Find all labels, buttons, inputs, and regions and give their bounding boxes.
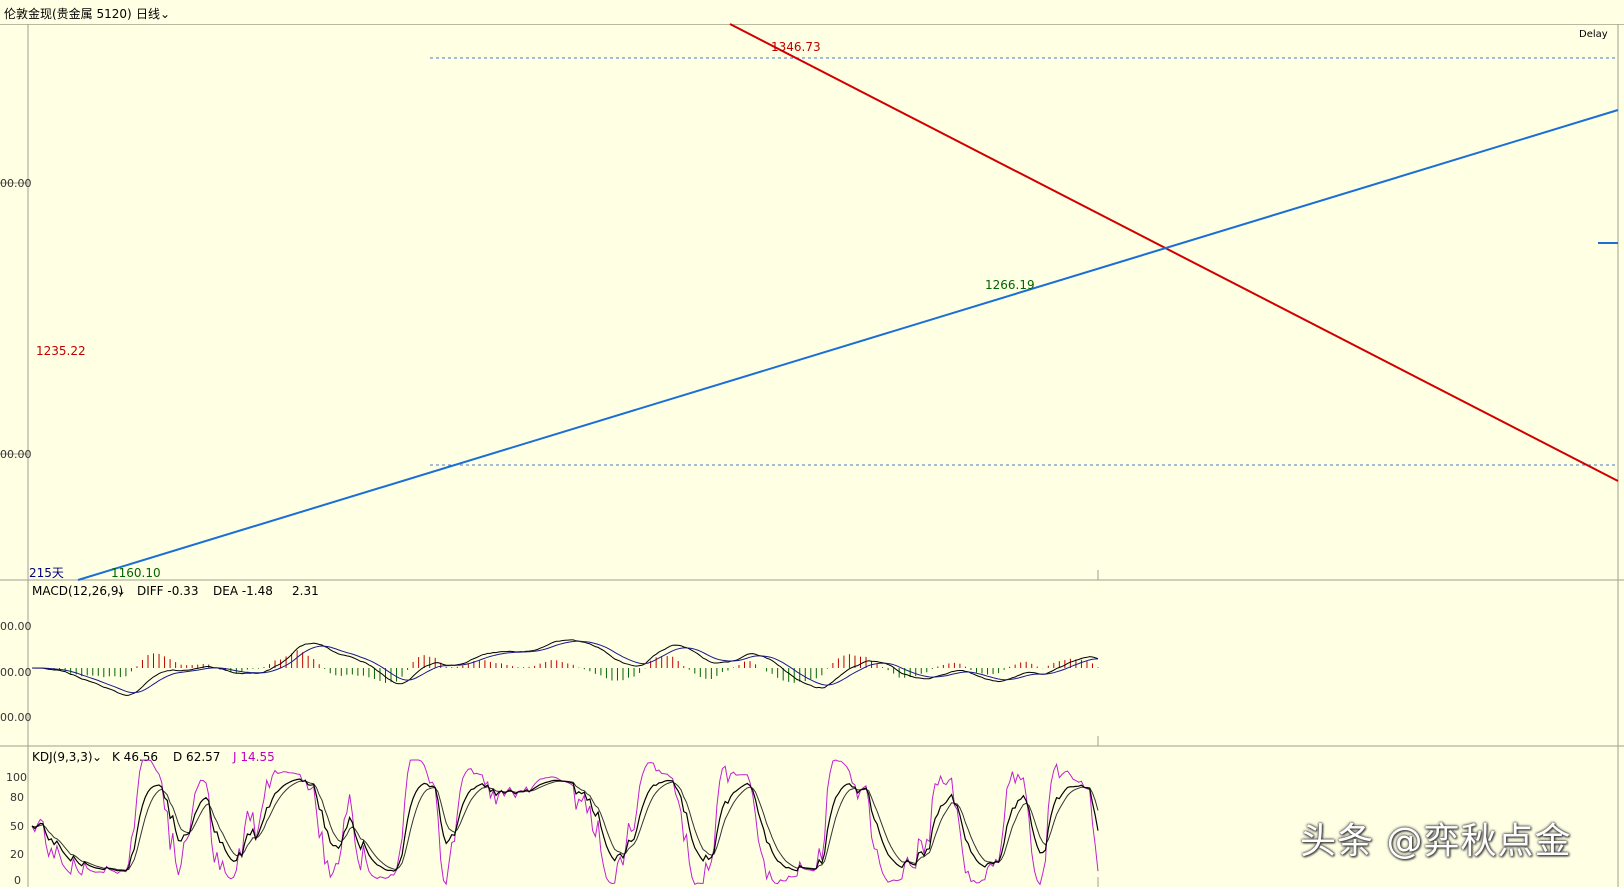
kdj-legend: KDJ(9,3,3) ⌄ K 46.56 D 62.57 J 14.55 bbox=[32, 750, 275, 764]
kdj-y-tick: 50 bbox=[10, 820, 24, 833]
delay-badge: Delay bbox=[1579, 29, 1608, 40]
macd-label[interactable]: MACD(12,26,9) bbox=[32, 584, 123, 598]
macd-dea: DEA -1.48 bbox=[213, 584, 273, 598]
kdj-y-tick: 20 bbox=[10, 848, 24, 861]
macd-y-tick: 00.00 bbox=[0, 620, 32, 633]
kdj-y-tick: 80 bbox=[10, 791, 24, 804]
macd-y-axis: 00.00 00.00 00.00 bbox=[0, 620, 32, 724]
kdj-j: J 14.55 bbox=[232, 750, 275, 764]
main-y-axis: 00.00 00.00 bbox=[0, 177, 32, 461]
kdj-j-line bbox=[31, 759, 1099, 886]
kdj-d: D 62.57 bbox=[173, 750, 220, 764]
price-annotations: 1346.73 1235.22 1266.19 1160.10 215天 Del… bbox=[29, 29, 1608, 580]
watermark: 头条 @弈秋点金 bbox=[1300, 821, 1572, 862]
period-count-label: 215天 bbox=[29, 566, 64, 580]
macd-diff: DIFF -0.33 bbox=[137, 584, 198, 598]
chevron-down-icon: ⌄ bbox=[116, 584, 126, 598]
chevron-down-icon: ⌄ bbox=[92, 750, 102, 764]
uptrend-line[interactable] bbox=[77, 109, 1619, 581]
y-tick-label: 00.00 bbox=[0, 177, 32, 190]
macd-histogram bbox=[37, 650, 1099, 683]
swing-low-label: 1266.19 bbox=[985, 278, 1035, 292]
low-price-label: 1160.10 bbox=[111, 566, 161, 580]
kdj-k-line bbox=[31, 778, 1099, 872]
macd-y-tick: 00.00 bbox=[0, 666, 32, 679]
kdj-y-tick: 0 bbox=[14, 874, 21, 887]
kdj-y-axis: 100 80 50 20 0 bbox=[6, 771, 27, 887]
high-price-label: 1346.73 bbox=[771, 40, 821, 54]
macd-y-tick: 00.00 bbox=[0, 711, 32, 724]
macd-value: 2.31 bbox=[292, 584, 319, 598]
downtrend-line[interactable] bbox=[729, 23, 1619, 482]
dashed-range-lines bbox=[430, 57, 1618, 466]
y-tick-label: 00.00 bbox=[0, 448, 32, 461]
kdj-y-tick: 100 bbox=[6, 771, 27, 784]
chart-canvas[interactable]: 00.00 00.00 1317.380.1911288.760.3821271… bbox=[0, 0, 1624, 887]
swing-high-label: 1235.22 bbox=[36, 344, 86, 358]
kdj-label[interactable]: KDJ(9,3,3) bbox=[32, 750, 93, 764]
macd-legend: MACD(12,26,9) ⌄ DIFF -0.33 DEA -1.48 2.3… bbox=[32, 584, 319, 598]
